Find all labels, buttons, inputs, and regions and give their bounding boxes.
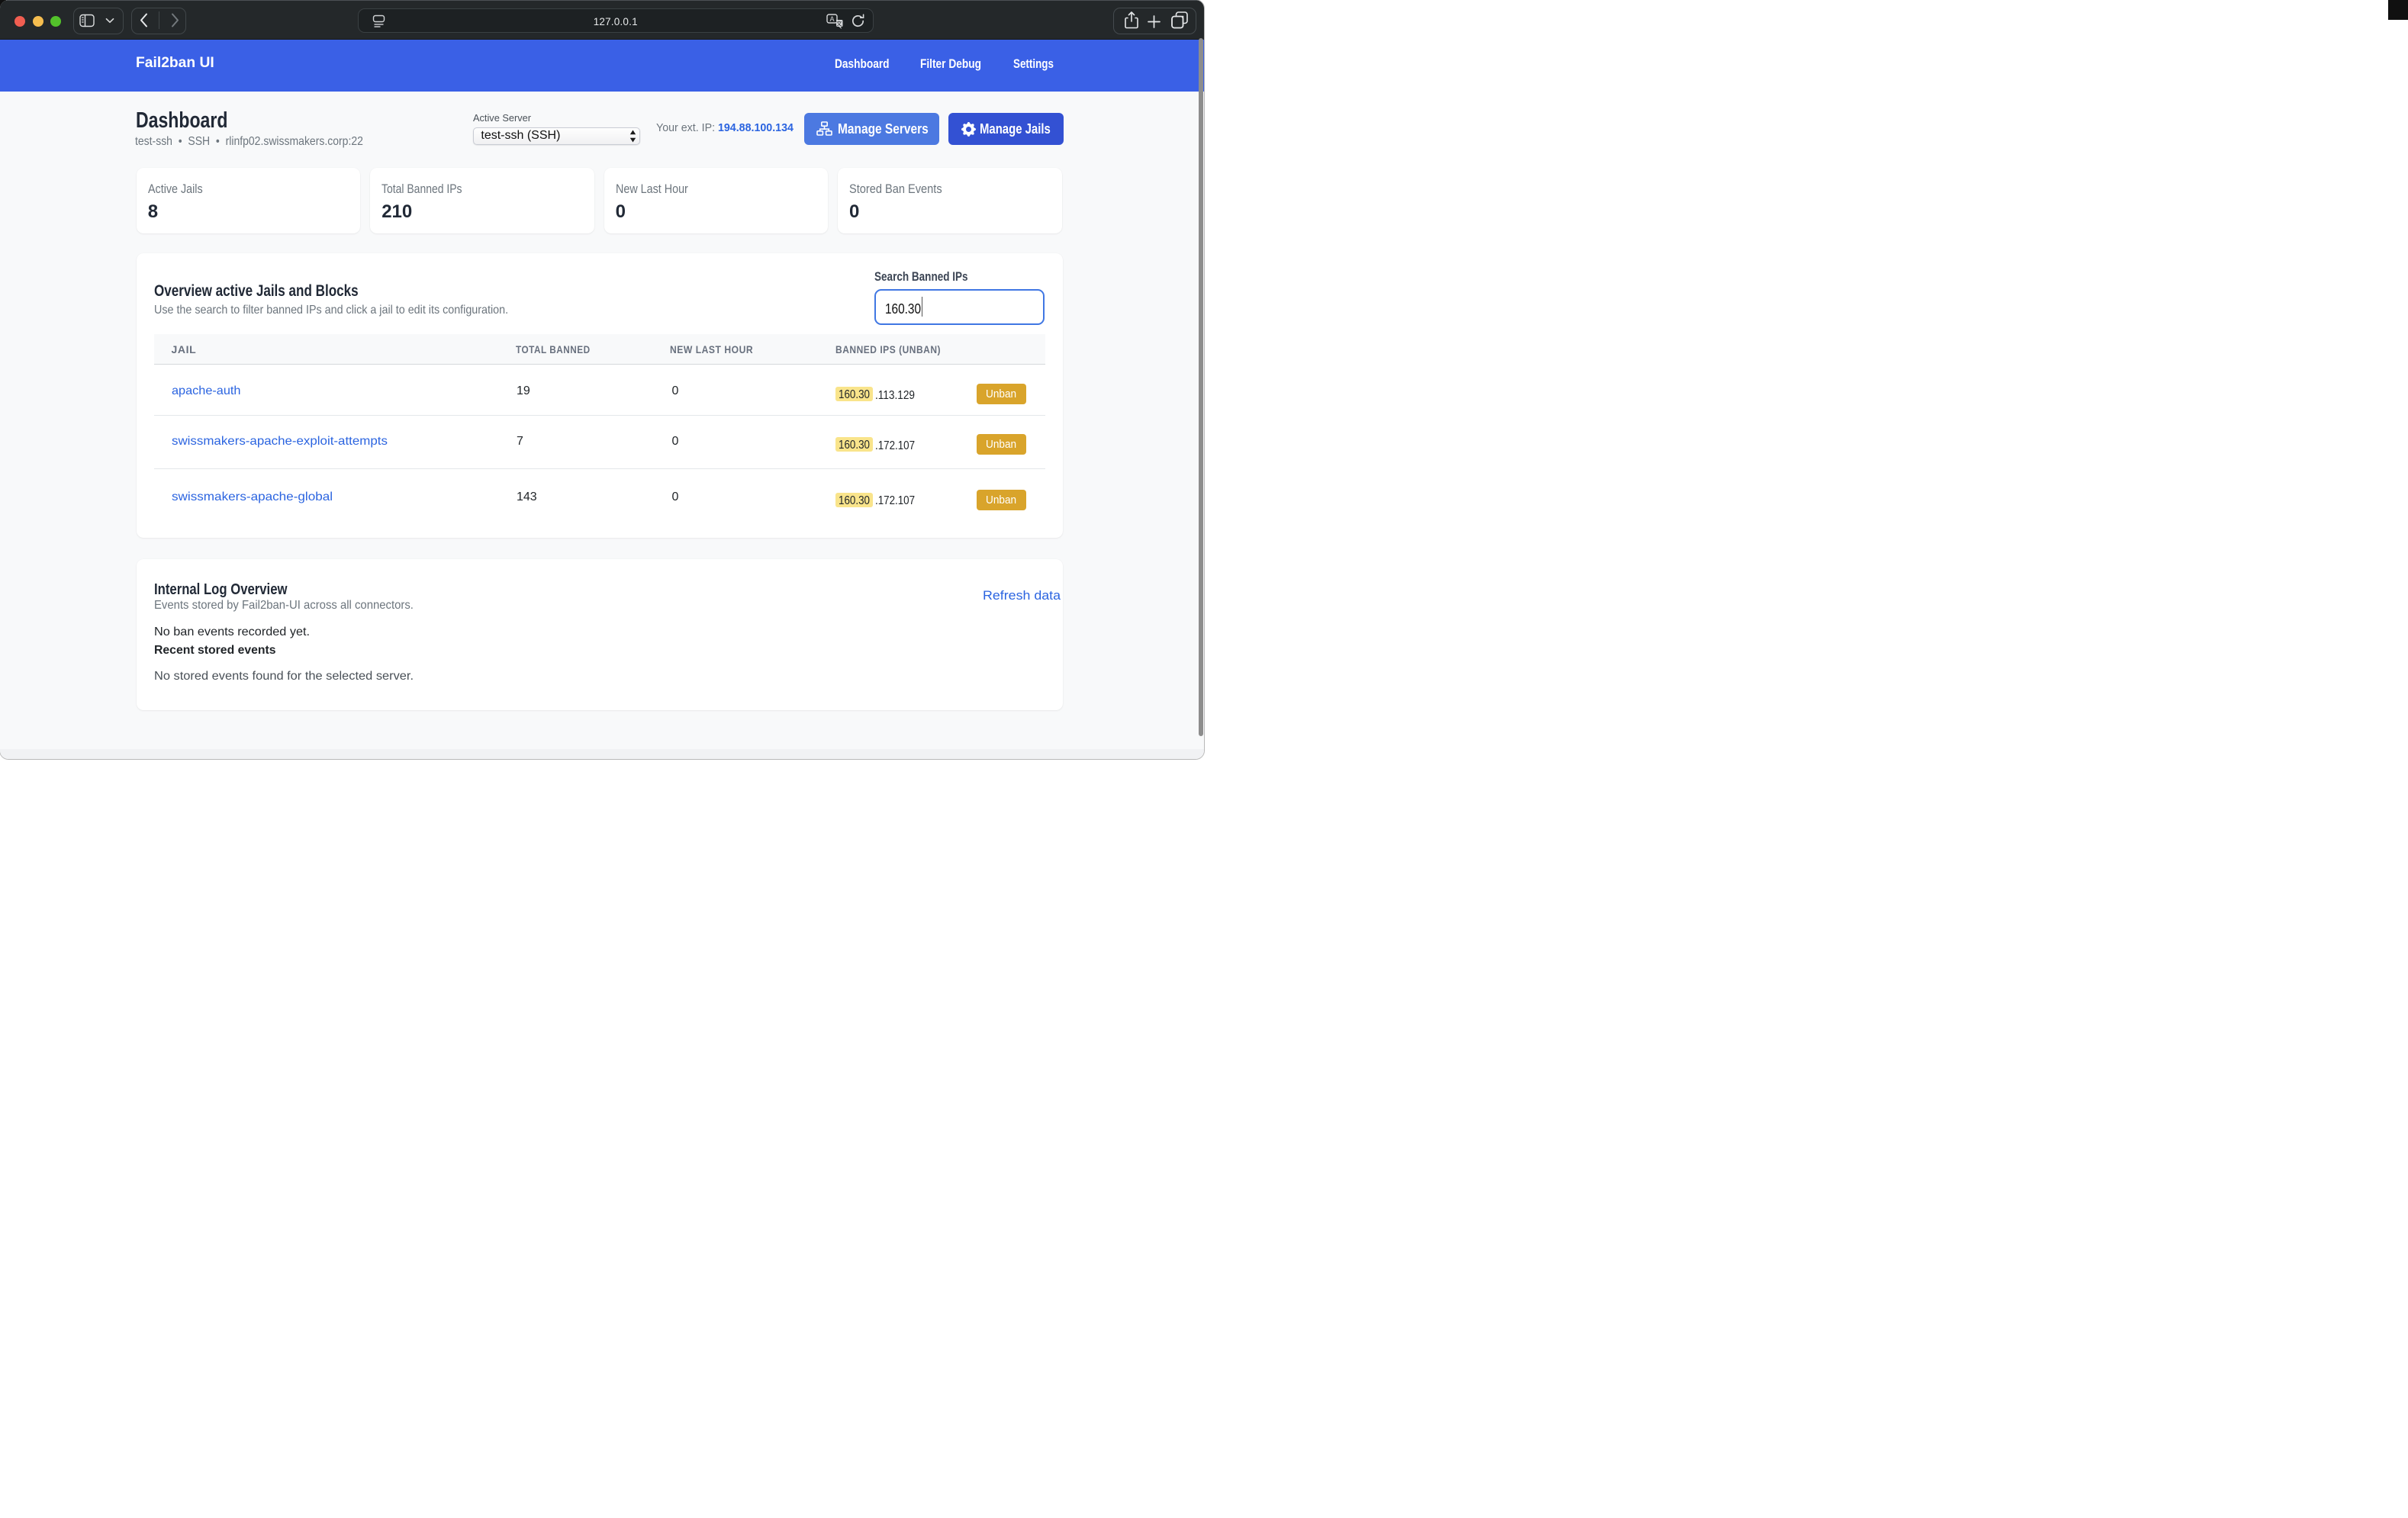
svg-text:A: A bbox=[829, 15, 834, 23]
svg-text:文: 文 bbox=[836, 19, 842, 27]
